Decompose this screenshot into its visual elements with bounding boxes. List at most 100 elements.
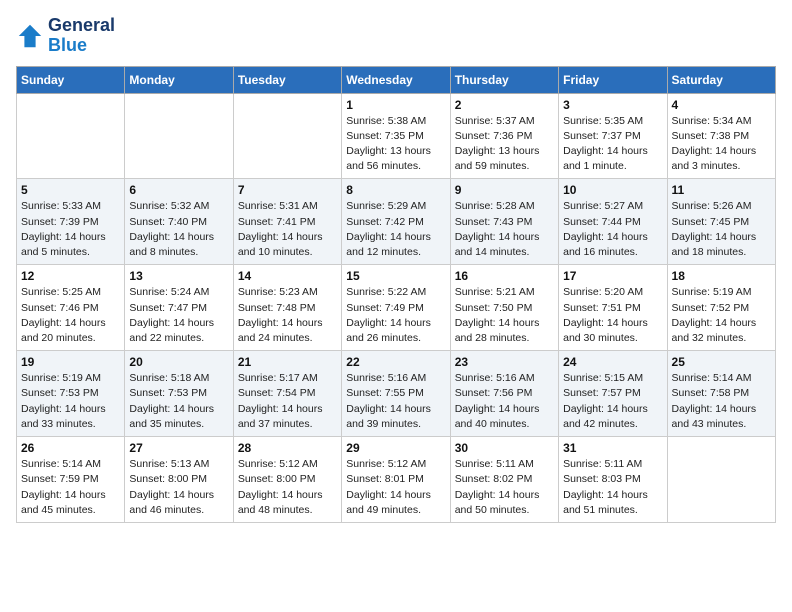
day-cell: 13 Sunrise: 5:24 AMSunset: 7:47 PMDayligh… [125,265,233,351]
day-info: Sunrise: 5:11 AMSunset: 8:03 PMDaylight:… [563,457,662,518]
day-number: 31 [563,441,662,455]
day-cell: 7Sunrise: 5:31 AMSunset: 7:41 PMDaylight… [233,179,341,265]
header-sunday: Sunday [17,66,125,93]
week-row-5: 26 Sunrise: 5:14 AMSunset: 7:59 PMDayligh… [17,437,776,523]
day-cell: 12 Sunrise: 5:25 AMSunset: 7:46 PMDayligh… [17,265,125,351]
day-info: Sunrise: 5:17 AMSunset: 7:54 PMDaylight:… [238,371,337,432]
day-info: Sunrise: 5:16 AMSunset: 7:55 PMDaylight:… [346,371,445,432]
day-number: 8 [346,183,445,197]
day-number: 25 [672,355,771,369]
day-info: Sunrise: 5:31 AMSunset: 7:41 PMDaylight:… [238,199,337,260]
day-cell: 2 Sunrise: 5:37 AMSunset: 7:36 PMDaylight… [450,93,558,179]
day-number: 13 [129,269,228,283]
week-row-2: 5 Sunrise: 5:33 AMSunset: 7:39 PMDaylight… [17,179,776,265]
day-info: Sunrise: 5:15 AMSunset: 7:57 PMDaylight:… [563,371,662,432]
day-cell: 11Sunrise: 5:26 AMSunset: 7:45 PMDayligh… [667,179,775,265]
day-cell: 8 Sunrise: 5:29 AMSunset: 7:42 PMDaylight… [342,179,450,265]
day-info: Sunrise: 5:32 AMSunset: 7:40 PMDaylight:… [129,199,228,260]
day-cell: 6 Sunrise: 5:32 AMSunset: 7:40 PMDaylight… [125,179,233,265]
day-cell [17,93,125,179]
day-number: 12 [21,269,120,283]
day-cell [125,93,233,179]
calendar-table: SundayMondayTuesdayWednesdayThursdayFrid… [16,66,776,523]
day-number: 4 [672,98,771,112]
day-info: Sunrise: 5:27 AMSunset: 7:44 PMDaylight:… [563,199,662,260]
day-info: Sunrise: 5:33 AMSunset: 7:39 PMDaylight:… [21,199,120,260]
day-cell: 30Sunrise: 5:11 AMSunset: 8:02 PMDayligh… [450,437,558,523]
day-info: Sunrise: 5:26 AMSunset: 7:45 PMDaylight:… [672,199,771,260]
day-info: Sunrise: 5:18 AMSunset: 7:53 PMDaylight:… [129,371,228,432]
day-info: Sunrise: 5:25 AMSunset: 7:46 PMDaylight:… [21,285,120,346]
page-header: General Blue [16,16,776,56]
day-number: 19 [21,355,120,369]
day-cell: 4 Sunrise: 5:34 AMSunset: 7:38 PMDaylight… [667,93,775,179]
day-number: 1 [346,98,445,112]
day-info: Sunrise: 5:38 AMSunset: 7:35 PMDaylight:… [346,114,445,175]
day-info: Sunrise: 5:20 AMSunset: 7:51 PMDaylight:… [563,285,662,346]
day-info: Sunrise: 5:13 AMSunset: 8:00 PMDaylight:… [129,457,228,518]
day-cell [233,93,341,179]
day-number: 5 [21,183,120,197]
day-cell: 10 Sunrise: 5:27 AMSunset: 7:44 PMDayligh… [559,179,667,265]
day-cell: 29 Sunrise: 5:12 AMSunset: 8:01 PMDayligh… [342,437,450,523]
calendar-header-row: SundayMondayTuesdayWednesdayThursdayFrid… [17,66,776,93]
day-number: 28 [238,441,337,455]
day-number: 18 [672,269,771,283]
day-info: Sunrise: 5:34 AMSunset: 7:38 PMDaylight:… [672,114,771,175]
day-cell [667,437,775,523]
logo-text: General Blue [48,16,115,56]
header-thursday: Thursday [450,66,558,93]
day-info: Sunrise: 5:14 AMSunset: 7:58 PMDaylight:… [672,371,771,432]
day-cell: 22 Sunrise: 5:16 AMSunset: 7:55 PMDayligh… [342,351,450,437]
day-number: 2 [455,98,554,112]
day-info: Sunrise: 5:19 AMSunset: 7:52 PMDaylight:… [672,285,771,346]
header-wednesday: Wednesday [342,66,450,93]
week-row-3: 12 Sunrise: 5:25 AMSunset: 7:46 PMDayligh… [17,265,776,351]
day-number: 17 [563,269,662,283]
day-cell: 27Sunrise: 5:13 AMSunset: 8:00 PMDayligh… [125,437,233,523]
day-cell: 31 Sunrise: 5:11 AMSunset: 8:03 PMDayligh… [559,437,667,523]
day-number: 10 [563,183,662,197]
day-number: 26 [21,441,120,455]
day-number: 14 [238,269,337,283]
day-number: 21 [238,355,337,369]
day-cell: 24 Sunrise: 5:15 AMSunset: 7:57 PMDayligh… [559,351,667,437]
day-cell: 5 Sunrise: 5:33 AMSunset: 7:39 PMDaylight… [17,179,125,265]
day-info: Sunrise: 5:14 AMSunset: 7:59 PMDaylight:… [21,457,120,518]
header-tuesday: Tuesday [233,66,341,93]
day-cell: 23 Sunrise: 5:16 AMSunset: 7:56 PMDayligh… [450,351,558,437]
logo: General Blue [16,16,115,56]
day-cell: 9Sunrise: 5:28 AMSunset: 7:43 PMDaylight… [450,179,558,265]
day-number: 23 [455,355,554,369]
day-number: 20 [129,355,228,369]
day-cell: 21 Sunrise: 5:17 AMSunset: 7:54 PMDayligh… [233,351,341,437]
day-info: Sunrise: 5:21 AMSunset: 7:50 PMDaylight:… [455,285,554,346]
day-info: Sunrise: 5:37 AMSunset: 7:36 PMDaylight:… [455,114,554,175]
day-cell: 3 Sunrise: 5:35 AMSunset: 7:37 PMDaylight… [559,93,667,179]
day-info: Sunrise: 5:29 AMSunset: 7:42 PMDaylight:… [346,199,445,260]
day-number: 6 [129,183,228,197]
header-friday: Friday [559,66,667,93]
week-row-4: 19Sunrise: 5:19 AMSunset: 7:53 PMDayligh… [17,351,776,437]
day-number: 9 [455,183,554,197]
day-number: 3 [563,98,662,112]
day-cell: 16Sunrise: 5:21 AMSunset: 7:50 PMDayligh… [450,265,558,351]
logo-icon [16,22,44,50]
day-number: 24 [563,355,662,369]
day-number: 22 [346,355,445,369]
day-info: Sunrise: 5:35 AMSunset: 7:37 PMDaylight:… [563,114,662,175]
day-cell: 19Sunrise: 5:19 AMSunset: 7:53 PMDayligh… [17,351,125,437]
day-cell: 1 Sunrise: 5:38 AMSunset: 7:35 PMDaylight… [342,93,450,179]
day-info: Sunrise: 5:16 AMSunset: 7:56 PMDaylight:… [455,371,554,432]
day-info: Sunrise: 5:22 AMSunset: 7:49 PMDaylight:… [346,285,445,346]
day-cell: 20 Sunrise: 5:18 AMSunset: 7:53 PMDayligh… [125,351,233,437]
day-cell: 25 Sunrise: 5:14 AMSunset: 7:58 PMDayligh… [667,351,775,437]
day-cell: 28Sunrise: 5:12 AMSunset: 8:00 PMDayligh… [233,437,341,523]
day-cell: 18 Sunrise: 5:19 AMSunset: 7:52 PMDayligh… [667,265,775,351]
day-number: 30 [455,441,554,455]
day-info: Sunrise: 5:23 AMSunset: 7:48 PMDaylight:… [238,285,337,346]
header-saturday: Saturday [667,66,775,93]
day-number: 29 [346,441,445,455]
day-info: Sunrise: 5:12 AMSunset: 8:01 PMDaylight:… [346,457,445,518]
day-info: Sunrise: 5:24 AMSunset: 7:47 PMDaylight:… [129,285,228,346]
